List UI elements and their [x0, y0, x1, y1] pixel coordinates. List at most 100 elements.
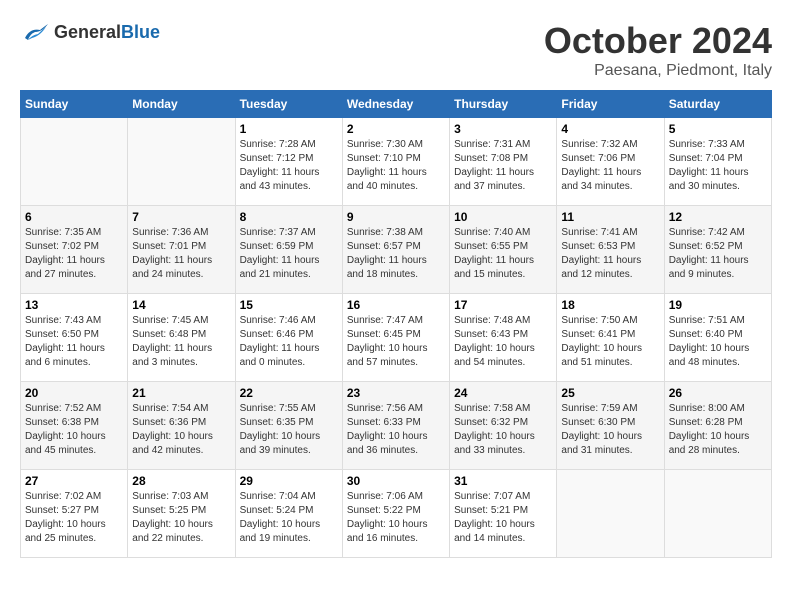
- calendar-cell: 29 Sunrise: 7:04 AMSunset: 5:24 PMDayligh…: [235, 470, 342, 558]
- weekday-header: Saturday: [664, 91, 771, 118]
- calendar-cell: 18 Sunrise: 7:50 AMSunset: 6:41 PMDayligh…: [557, 294, 664, 382]
- day-info: Sunrise: 7:37 AMSunset: 6:59 PMDaylight:…: [240, 226, 338, 282]
- day-number: 17: [454, 298, 552, 312]
- day-info: Sunrise: 7:50 AMSunset: 6:41 PMDaylight:…: [561, 314, 659, 370]
- day-number: 26: [669, 386, 767, 400]
- day-info: Sunrise: 7:30 AMSunset: 7:10 PMDaylight:…: [347, 138, 445, 194]
- calendar-cell: 22 Sunrise: 7:55 AMSunset: 6:35 PMDayligh…: [235, 382, 342, 470]
- day-info: Sunrise: 7:51 AMSunset: 6:40 PMDaylight:…: [669, 314, 767, 370]
- day-info: Sunrise: 7:54 AMSunset: 6:36 PMDaylight:…: [132, 402, 230, 458]
- weekday-header: Thursday: [450, 91, 557, 118]
- day-info: Sunrise: 7:58 AMSunset: 6:32 PMDaylight:…: [454, 402, 552, 458]
- day-number: 11: [561, 210, 659, 224]
- day-number: 10: [454, 210, 552, 224]
- day-info: Sunrise: 7:28 AMSunset: 7:12 PMDaylight:…: [240, 138, 338, 194]
- calendar-week-row: 1 Sunrise: 7:28 AMSunset: 7:12 PMDaylight…: [21, 118, 772, 206]
- day-number: 30: [347, 474, 445, 488]
- calendar-cell: 24 Sunrise: 7:58 AMSunset: 6:32 PMDayligh…: [450, 382, 557, 470]
- page-header: GeneralBlue October 2024 Paesana, Piedmo…: [20, 20, 772, 80]
- day-number: 9: [347, 210, 445, 224]
- day-number: 25: [561, 386, 659, 400]
- day-info: Sunrise: 7:04 AMSunset: 5:24 PMDaylight:…: [240, 490, 338, 546]
- location-title: Paesana, Piedmont, Italy: [544, 62, 772, 80]
- calendar-cell: 15Sunrise: 7:46 AMSunset: 6:46 PMDayligh…: [235, 294, 342, 382]
- day-number: 31: [454, 474, 552, 488]
- day-info: Sunrise: 7:48 AMSunset: 6:43 PMDaylight:…: [454, 314, 552, 370]
- day-number: 5: [669, 122, 767, 136]
- calendar-cell: 1 Sunrise: 7:28 AMSunset: 7:12 PMDaylight…: [235, 118, 342, 206]
- calendar-cell: 27 Sunrise: 7:02 AMSunset: 5:27 PMDayligh…: [21, 470, 128, 558]
- calendar-week-row: 27 Sunrise: 7:02 AMSunset: 5:27 PMDayligh…: [21, 470, 772, 558]
- calendar-week-row: 20 Sunrise: 7:52 AMSunset: 6:38 PMDayligh…: [21, 382, 772, 470]
- day-info: Sunrise: 7:07 AMSunset: 5:21 PMDaylight:…: [454, 490, 552, 546]
- day-number: 20: [25, 386, 123, 400]
- calendar-cell: 5 Sunrise: 7:33 AMSunset: 7:04 PMDaylight…: [664, 118, 771, 206]
- calendar-cell: 2 Sunrise: 7:30 AMSunset: 7:10 PMDaylight…: [342, 118, 449, 206]
- weekday-header: Sunday: [21, 91, 128, 118]
- calendar-cell: 9 Sunrise: 7:38 AMSunset: 6:57 PMDaylight…: [342, 206, 449, 294]
- day-info: Sunrise: 7:42 AMSunset: 6:52 PMDaylight:…: [669, 226, 767, 282]
- day-info: Sunrise: 7:31 AMSunset: 7:08 PMDaylight:…: [454, 138, 552, 194]
- calendar-cell: [21, 118, 128, 206]
- calendar-cell: 23Sunrise: 7:56 AMSunset: 6:33 PMDayligh…: [342, 382, 449, 470]
- calendar-cell: 7Sunrise: 7:36 AMSunset: 7:01 PMDaylight…: [128, 206, 235, 294]
- day-number: 12: [669, 210, 767, 224]
- calendar-table: SundayMondayTuesdayWednesdayThursdayFrid…: [20, 90, 772, 558]
- day-number: 29: [240, 474, 338, 488]
- day-info: Sunrise: 7:03 AMSunset: 5:25 PMDaylight:…: [132, 490, 230, 546]
- calendar-cell: 8 Sunrise: 7:37 AMSunset: 6:59 PMDaylight…: [235, 206, 342, 294]
- calendar-cell: 20 Sunrise: 7:52 AMSunset: 6:38 PMDayligh…: [21, 382, 128, 470]
- day-info: Sunrise: 7:02 AMSunset: 5:27 PMDaylight:…: [25, 490, 123, 546]
- day-info: Sunrise: 7:55 AMSunset: 6:35 PMDaylight:…: [240, 402, 338, 458]
- day-number: 18: [561, 298, 659, 312]
- day-info: Sunrise: 7:35 AMSunset: 7:02 PMDaylight:…: [25, 226, 123, 282]
- day-info: Sunrise: 7:59 AMSunset: 6:30 PMDaylight:…: [561, 402, 659, 458]
- day-info: Sunrise: 7:33 AMSunset: 7:04 PMDaylight:…: [669, 138, 767, 194]
- day-info: Sunrise: 7:52 AMSunset: 6:38 PMDaylight:…: [25, 402, 123, 458]
- day-number: 6: [25, 210, 123, 224]
- day-number: 7: [132, 210, 230, 224]
- calendar-cell: 21 Sunrise: 7:54 AMSunset: 6:36 PMDayligh…: [128, 382, 235, 470]
- month-title: October 2024: [544, 20, 772, 62]
- calendar-week-row: 13 Sunrise: 7:43 AMSunset: 6:50 PMDayligh…: [21, 294, 772, 382]
- calendar-cell: [128, 118, 235, 206]
- day-number: 19: [669, 298, 767, 312]
- logo-general-text: General: [54, 22, 121, 42]
- logo-icon: [20, 20, 50, 45]
- calendar-cell: [557, 470, 664, 558]
- day-info: Sunrise: 7:47 AMSunset: 6:45 PMDaylight:…: [347, 314, 445, 370]
- day-number: 13: [25, 298, 123, 312]
- day-info: Sunrise: 8:00 AMSunset: 6:28 PMDaylight:…: [669, 402, 767, 458]
- calendar-cell: 12 Sunrise: 7:42 AMSunset: 6:52 PMDayligh…: [664, 206, 771, 294]
- day-number: 1: [240, 122, 338, 136]
- day-number: 27: [25, 474, 123, 488]
- calendar-cell: 16 Sunrise: 7:47 AMSunset: 6:45 PMDayligh…: [342, 294, 449, 382]
- day-number: 4: [561, 122, 659, 136]
- calendar-cell: 3Sunrise: 7:31 AMSunset: 7:08 PMDaylight…: [450, 118, 557, 206]
- calendar-cell: 14Sunrise: 7:45 AMSunset: 6:48 PMDayligh…: [128, 294, 235, 382]
- day-info: Sunrise: 7:46 AMSunset: 6:46 PMDaylight:…: [240, 314, 338, 370]
- day-number: 23: [347, 386, 445, 400]
- weekday-header: Friday: [557, 91, 664, 118]
- calendar-cell: 28Sunrise: 7:03 AMSunset: 5:25 PMDayligh…: [128, 470, 235, 558]
- logo: GeneralBlue: [20, 20, 160, 45]
- day-info: Sunrise: 7:06 AMSunset: 5:22 PMDaylight:…: [347, 490, 445, 546]
- weekday-header: Wednesday: [342, 91, 449, 118]
- day-info: Sunrise: 7:38 AMSunset: 6:57 PMDaylight:…: [347, 226, 445, 282]
- day-number: 2: [347, 122, 445, 136]
- day-number: 21: [132, 386, 230, 400]
- day-info: Sunrise: 7:40 AMSunset: 6:55 PMDaylight:…: [454, 226, 552, 282]
- day-info: Sunrise: 7:45 AMSunset: 6:48 PMDaylight:…: [132, 314, 230, 370]
- calendar-cell: [664, 470, 771, 558]
- logo-blue-text: Blue: [121, 22, 160, 42]
- day-number: 16: [347, 298, 445, 312]
- day-info: Sunrise: 7:43 AMSunset: 6:50 PMDaylight:…: [25, 314, 123, 370]
- calendar-cell: 6 Sunrise: 7:35 AMSunset: 7:02 PMDaylight…: [21, 206, 128, 294]
- day-number: 24: [454, 386, 552, 400]
- day-number: 22: [240, 386, 338, 400]
- calendar-cell: 11Sunrise: 7:41 AMSunset: 6:53 PMDayligh…: [557, 206, 664, 294]
- calendar-cell: 10 Sunrise: 7:40 AMSunset: 6:55 PMDayligh…: [450, 206, 557, 294]
- calendar-cell: 31 Sunrise: 7:07 AMSunset: 5:21 PMDayligh…: [450, 470, 557, 558]
- title-block: October 2024 Paesana, Piedmont, Italy: [544, 20, 772, 80]
- day-number: 8: [240, 210, 338, 224]
